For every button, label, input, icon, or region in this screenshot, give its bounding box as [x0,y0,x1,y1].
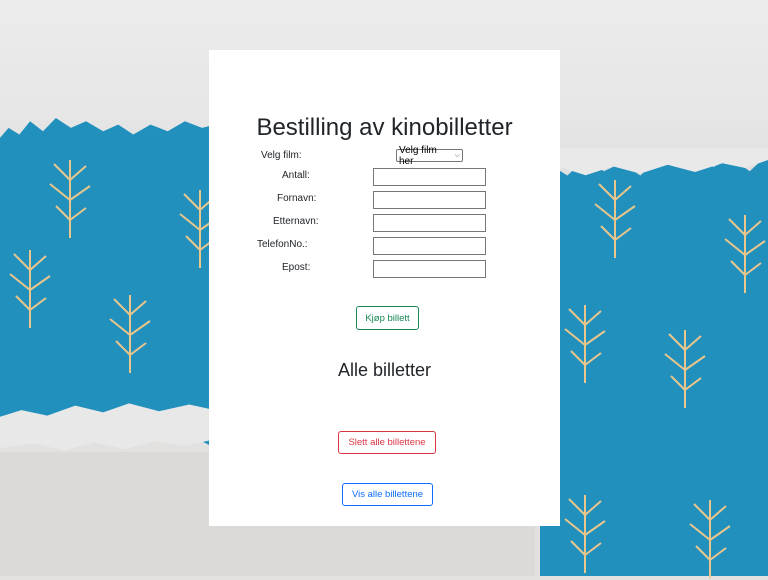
lastname-input[interactable] [373,214,486,232]
booking-card: Bestilling av kinobilletter Velg film: V… [209,50,560,526]
sprig-icon [664,330,706,408]
page-title: Bestilling av kinobilletter [256,114,513,141]
firstname-input[interactable] [373,191,486,209]
lastname-label: Etternavn: [273,216,319,227]
sprig-icon [564,305,606,383]
chevron-down-icon: ⌵ [454,151,460,159]
firstname-label: Fornavn: [277,193,317,204]
sprig-icon [9,250,51,328]
film-label: Velg film: [261,150,302,161]
sprig-icon [689,500,731,578]
film-select[interactable]: Velg film her ⌵ [396,145,463,167]
quantity-label: Antall: [282,170,310,181]
sprig-icon [49,160,91,238]
delete-all-button[interactable]: Slett alle billettene [338,431,436,454]
sprig-icon [594,180,636,258]
sprig-icon [109,295,151,373]
sprig-icon [564,495,606,573]
phone-label: TelefonNo.: [257,239,308,250]
email-label: Epost: [282,262,311,273]
all-tickets-heading: Alle billetter [337,360,432,380]
quantity-input[interactable] [373,168,486,186]
show-all-button[interactable]: Vis alle billettene [342,483,433,506]
film-select-value: Velg film her [399,144,437,167]
buy-ticket-button[interactable]: Kjøp billett [356,306,419,330]
email-input[interactable] [373,260,486,278]
sprig-icon [724,215,766,293]
phone-input[interactable] [373,237,486,255]
